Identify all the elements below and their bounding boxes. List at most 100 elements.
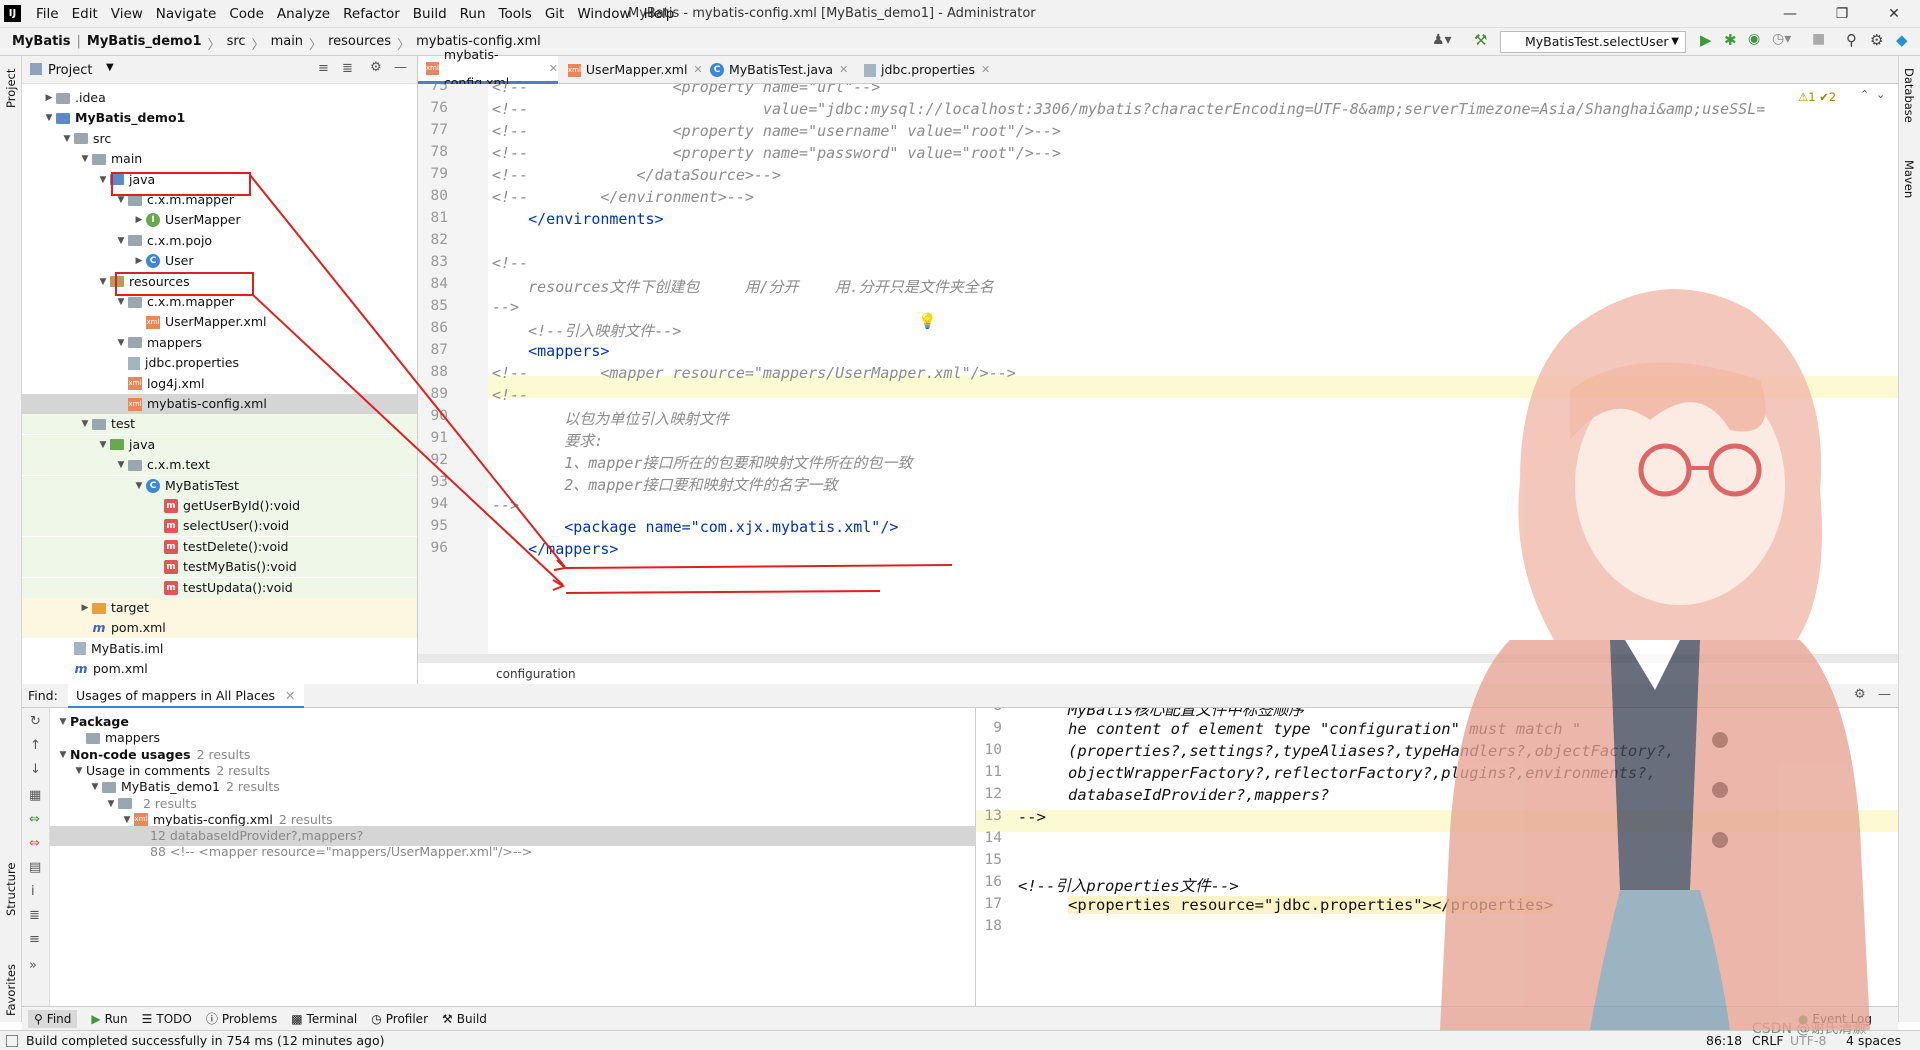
tree-item[interactable]: m pom.xml	[22, 659, 417, 679]
restore-icon[interactable]: ❐	[1816, 0, 1868, 28]
previous-occurrence-icon[interactable]: ↑	[30, 738, 41, 753]
preview-icon[interactable]: ▤	[29, 860, 41, 875]
code-line[interactable]: -->	[492, 496, 519, 514]
tree-item[interactable]: ▼ test	[22, 414, 417, 435]
next-occurrence-icon[interactable]: ↓	[30, 762, 41, 777]
crumb-resources[interactable]: resources	[328, 34, 391, 53]
code-line[interactable]: <!-- <mapper resource="mappers/UserMappe…	[492, 364, 1016, 382]
expand-arrow-icon[interactable]: ▼	[114, 231, 128, 251]
expand-arrow-icon[interactable]: ▼	[96, 170, 110, 190]
tab-mybatistest-java[interactable]: C MyBatisTest.java ✕	[702, 56, 854, 84]
code-line[interactable]: <!--引入映射文件-->	[492, 320, 681, 341]
code-line[interactable]: -->	[492, 298, 519, 316]
code-line[interactable]: 2、mapper接口要和映射文件的名字一致	[492, 474, 837, 495]
tree-item[interactable]: ▼ c.x.m.mapper	[22, 190, 417, 210]
minimize-icon[interactable]: —	[1764, 0, 1816, 28]
terminal-tool-button[interactable]: ▩ Terminal	[291, 1012, 357, 1026]
tree-item[interactable]: ▼ c.x.m.pojo	[22, 231, 417, 251]
close-tab-icon[interactable]: ✕	[981, 56, 990, 84]
rerun-icon[interactable]: ↻	[30, 714, 41, 729]
code-line[interactable]: <!-- <property name="username" value="ro…	[492, 122, 1061, 140]
user-icon[interactable]: ♟▾	[1432, 32, 1452, 48]
problems-tool-button[interactable]: ⓘ Problems	[206, 1010, 277, 1027]
expand-arrow-icon[interactable]: ▼	[96, 272, 110, 292]
close-tab-icon[interactable]: ✕	[285, 688, 295, 703]
menu-window[interactable]: Window	[577, 6, 630, 22]
tree-item[interactable]: ▼ C MyBatisTest	[22, 475, 417, 496]
crumb-project[interactable]: MyBatis	[12, 34, 71, 53]
menu-view[interactable]: View	[111, 6, 143, 22]
menu-navigate[interactable]: Navigate	[156, 6, 217, 22]
coverage-icon[interactable]: ◉	[1748, 31, 1760, 47]
expand-all-icon[interactable]: ≣	[29, 908, 40, 923]
menu-refactor[interactable]: Refactor	[343, 6, 400, 22]
search-icon[interactable]: ⚲	[1846, 31, 1857, 49]
run-icon[interactable]: ▶	[1700, 31, 1712, 49]
expand-arrow-icon[interactable]: ▼	[42, 108, 56, 128]
expand-arrow-icon[interactable]: ▼	[60, 129, 74, 149]
code-line[interactable]: <!--	[492, 386, 528, 404]
tab-jdbc-properties[interactable]: jdbc.properties ✕	[856, 56, 1006, 84]
stop-icon[interactable]: ■	[1812, 31, 1825, 47]
find-gear-icon[interactable]: ⚙	[1854, 687, 1866, 702]
favorites-tool-button[interactable]: Favorites	[4, 964, 18, 1016]
find-tool-button[interactable]: ⚲ Find	[28, 1009, 78, 1028]
expand-all-icon[interactable]: ≣	[342, 61, 353, 76]
group-icon[interactable]: ▦	[29, 788, 41, 803]
tree-item[interactable]: ▼ main	[22, 149, 417, 169]
chevron-down-icon[interactable]: ▼	[106, 62, 114, 73]
inspection-widget[interactable]: ⚠1 ✔2	[1798, 90, 1836, 104]
hide-panel-icon[interactable]: —	[394, 60, 407, 75]
structure-tool-button[interactable]: Structure	[4, 863, 18, 917]
find-result-row[interactable]: 88 <!-- <mapper resource="mappers/UserMa…	[50, 842, 976, 862]
code-line[interactable]: <!-- </environment>-->	[492, 188, 754, 206]
expand-arrow-icon[interactable]: ▼	[114, 455, 128, 475]
code-line[interactable]: <!-- </dataSource>-->	[492, 166, 781, 184]
code-line[interactable]: </mappers>	[492, 540, 618, 558]
tree-item[interactable]: ▼ java	[22, 434, 417, 455]
menu-run[interactable]: Run	[460, 6, 486, 22]
tree-item[interactable]: ▶ C User	[22, 251, 417, 271]
tree-item[interactable]: ▼ src	[22, 129, 417, 149]
code-line[interactable]: <!-- value="jdbc:mysql://localhost:3306/…	[492, 100, 1765, 118]
code-line[interactable]: </environments>	[492, 210, 663, 228]
crumb-module[interactable]: MyBatis_demo1	[87, 34, 202, 53]
code-line[interactable]: <mappers>	[492, 342, 609, 360]
find-results-tab[interactable]: Usages of mappers in All Places ✕	[68, 684, 304, 708]
expand-arrow-icon[interactable]: ▼	[114, 292, 128, 312]
show-write-access-icon[interactable]: ⇔	[29, 836, 40, 851]
project-panel-title[interactable]: Project	[48, 63, 92, 78]
expand-arrow-icon[interactable]: ▶	[42, 88, 56, 108]
menu-tools[interactable]: Tools	[499, 6, 532, 22]
menu-file[interactable]: File	[36, 6, 59, 22]
tree-item[interactable]: ▶ target	[22, 598, 417, 618]
tree-item[interactable]: m testUpdata():void	[22, 577, 417, 598]
tree-item[interactable]: ▼ mappers	[22, 333, 417, 353]
profile-icon[interactable]: ◷▾	[1772, 31, 1791, 47]
tree-item[interactable]: ▶ .idea	[22, 88, 417, 108]
info-icon[interactable]: i	[31, 884, 35, 899]
code-line[interactable]: resources文件下创建包 用/分开 用.分开只是文件夹全名	[492, 276, 994, 297]
chevron-up-icon[interactable]: ⌃	[1860, 88, 1869, 101]
lightbulb-icon[interactable]: 💡	[918, 312, 937, 330]
tree-item[interactable]: xml UserMapper.xml	[22, 312, 417, 332]
expand-arrow-icon[interactable]: ▼	[96, 435, 110, 455]
close-tab-icon[interactable]: ✕	[549, 55, 558, 83]
project-tool-button[interactable]: Project	[4, 69, 18, 108]
expand-arrow-icon[interactable]: ▼	[114, 333, 128, 353]
expand-arrow-icon[interactable]: ▼	[78, 414, 92, 434]
profiler-tool-button[interactable]: ◷ Profiler	[371, 1012, 428, 1026]
expand-arrow-icon[interactable]: ▶	[132, 210, 146, 230]
code-line[interactable]: 1、mapper接口所在的包要和映射文件所在的包一致	[492, 452, 912, 473]
tree-item[interactable]: xml log4j.xml	[22, 374, 417, 394]
expand-arrow-icon[interactable]: ▶	[78, 598, 92, 618]
expand-arrow-icon[interactable]: ▼	[132, 476, 146, 496]
crumb-src[interactable]: src	[227, 34, 246, 53]
close-icon[interactable]: ✕	[1868, 0, 1920, 28]
expand-arrow-icon[interactable]: ▼	[78, 149, 92, 169]
run-tool-button[interactable]: ▶ Run	[91, 1012, 127, 1026]
database-tool-button[interactable]: Database	[1902, 68, 1916, 123]
close-tab-icon[interactable]: ✕	[839, 56, 848, 84]
tree-item[interactable]: ▼ java	[22, 170, 417, 190]
expand-arrow-icon[interactable]: ▶	[132, 251, 146, 271]
